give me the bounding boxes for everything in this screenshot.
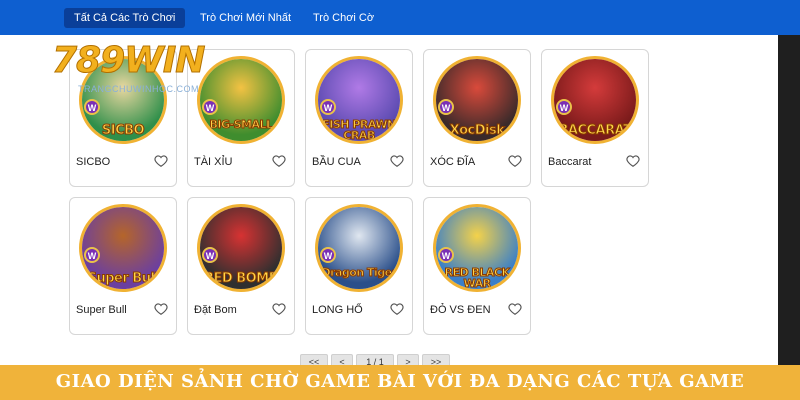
logo-domain-text: TRANGCHUWINHOC.COM [78,84,199,94]
game-name[interactable]: Đặt Bom [194,304,237,316]
tab-all-games[interactable]: Tất Cả Các Trò Chơi [64,8,186,28]
game-art-title: Super Bull [87,271,159,287]
favorite-heart-icon[interactable] [272,302,286,316]
favorite-heart-icon[interactable] [508,302,522,316]
caption-text: GIAO DIỆN SẢNH CHỜ GAME BÀI VỚI ĐA DẠNG … [55,371,745,392]
game-thumbnail[interactable]: W Dragon Tiger [315,204,403,292]
game-name[interactable]: Super Bull [76,304,127,316]
game-thumbnail[interactable]: W XocDisk [433,56,521,144]
brand-badge-icon: W [202,99,218,115]
brand-logo: 789WIN TRANGCHUWINHOC.COM [52,40,222,100]
caption-banner: GIAO DIỆN SẢNH CHỜ GAME BÀI VỚI ĐA DẠNG … [0,365,800,400]
game-card-super-bull[interactable]: W Super Bull Super Bull [69,197,177,335]
brand-badge-icon: W [202,247,218,263]
favorite-heart-icon[interactable] [508,154,522,168]
brand-badge-icon: W [320,99,336,115]
game-thumbnail[interactable]: W Super Bull [79,204,167,292]
game-card-xoc-dia[interactable]: W XocDisk XÓC ĐĨA [423,49,531,187]
game-thumbnail[interactable]: W BACCARAT [551,56,639,144]
game-card-do-vs-den[interactable]: W RED BLACK WAR ĐỎ VS ĐEN [423,197,531,335]
game-art-title: Dragon Tiger [321,266,398,279]
right-edge-strip [778,35,800,365]
brand-badge-icon: W [84,99,100,115]
tab-newest-games[interactable]: Trò Chơi Mới Nhất [190,8,301,28]
logo-wordmark: 789WIN [52,40,206,82]
game-thumbnail[interactable]: W RED BOMB [197,204,285,292]
game-name[interactable]: XÓC ĐĨA [430,156,475,168]
favorite-heart-icon[interactable] [154,302,168,316]
game-art-title: BIG-SMALL [209,118,273,131]
game-name[interactable]: BẦU CUA [312,156,361,168]
favorite-heart-icon[interactable] [390,302,404,316]
favorite-heart-icon[interactable] [626,154,640,168]
game-thumbnail[interactable]: W RED BLACK WAR [433,204,521,292]
game-art-title: SICBO [101,123,145,139]
brand-badge-icon: W [556,99,572,115]
favorite-heart-icon[interactable] [154,154,168,168]
tab-board-games[interactable]: Trò Chơi Cờ [303,8,384,28]
game-art-title: BACCARAT [558,123,633,139]
game-thumbnail[interactable]: W FISH PRAWN CRAB [315,56,403,144]
game-name[interactable]: Baccarat [548,156,591,168]
game-art-title: RED BLACK WAR [444,266,510,290]
game-card-bau-cua[interactable]: W FISH PRAWN CRAB BẦU CUA [305,49,413,187]
game-card-baccarat[interactable]: W BACCARAT Baccarat [541,49,649,187]
game-name[interactable]: ĐỎ VS ĐEN [430,304,491,316]
favorite-heart-icon[interactable] [390,154,404,168]
game-name[interactable]: SICBO [76,156,110,168]
game-art-title: RED BOMB [203,271,279,287]
game-card-dat-bom[interactable]: W RED BOMB Đặt Bom [187,197,295,335]
brand-badge-icon: W [84,247,100,263]
game-art-title: XocDisk [449,123,505,139]
top-nav-bar: Tất Cả Các Trò Chơi Trò Chơi Mới Nhất Tr… [0,0,800,35]
game-art-title: FISH PRAWN CRAB [322,118,397,142]
favorite-heart-icon[interactable] [272,154,286,168]
brand-badge-icon: W [320,247,336,263]
game-card-long-ho[interactable]: W Dragon Tiger LONG HỔ [305,197,413,335]
brand-badge-icon: W [438,99,454,115]
brand-badge-icon: W [438,247,454,263]
game-name[interactable]: LONG HỔ [312,304,363,316]
game-name[interactable]: TÀI XỈU [194,156,233,168]
